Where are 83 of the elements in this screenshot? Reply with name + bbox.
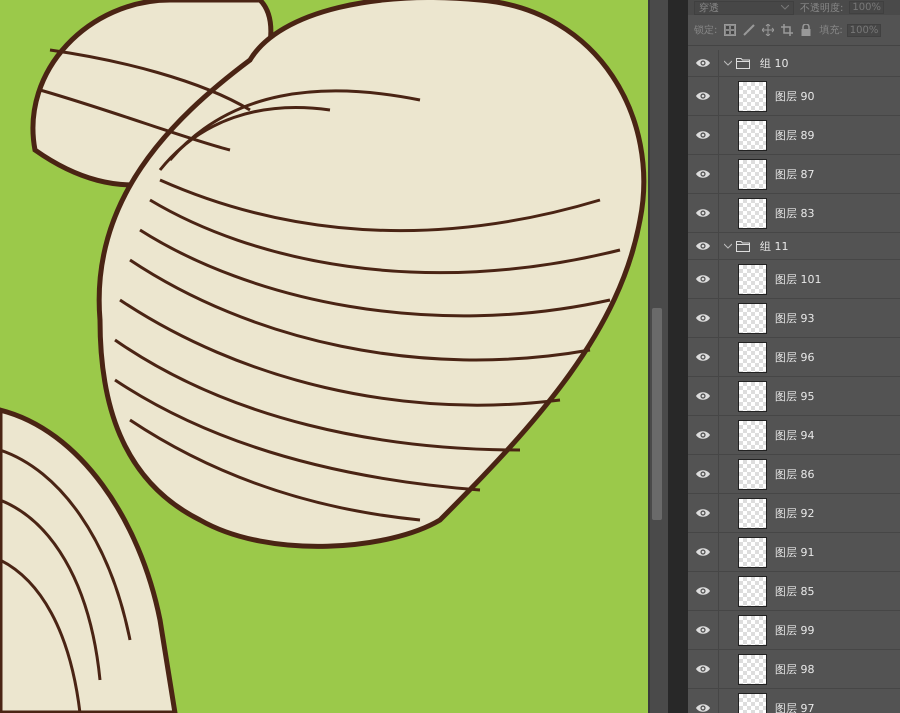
layer-row[interactable]: 图层 97	[688, 689, 900, 713]
transparent-thumbnail	[738, 614, 767, 646]
folder-icon	[736, 58, 750, 68]
eye-icon[interactable]	[695, 241, 711, 251]
layer-name: 图层 90	[775, 88, 814, 104]
layer-row[interactable]: 图层 86	[688, 455, 900, 494]
transparent-thumbnail	[738, 498, 767, 528]
layer-name: 图层 96	[775, 350, 814, 364]
layer-name: 图层 86	[775, 466, 814, 482]
layer-name: 图层 93	[775, 310, 814, 326]
layer-name: 图层 92	[775, 506, 814, 520]
layer-name: 图层 91	[775, 544, 814, 560]
chevron-icon[interactable]	[724, 59, 732, 67]
eye-icon[interactable]	[695, 586, 711, 596]
layer-row[interactable]: 图层 98	[688, 650, 900, 689]
layer-name: 图层 89	[775, 128, 814, 142]
layer-group-row[interactable]: 组 10	[688, 50, 900, 77]
layer-row[interactable]: 图层 85	[688, 572, 900, 611]
layer-group-row[interactable]: 组 11	[688, 233, 900, 260]
layer-name: 图层 99	[775, 622, 814, 638]
eye-icon[interactable]	[695, 352, 711, 362]
chevron-icon[interactable]	[724, 242, 732, 250]
layer-row[interactable]: 图层 101	[688, 260, 900, 299]
lock-icon[interactable]	[800, 24, 812, 36]
layer-name: 图层 87	[775, 166, 814, 182]
transparent-thumbnail	[738, 576, 767, 606]
transparent-thumbnail	[738, 158, 767, 190]
scrollbar[interactable]	[648, 0, 668, 713]
blend-mode-value: 穿透	[699, 2, 719, 14]
layer-row[interactable]: 图层 93	[688, 299, 900, 338]
eye-icon[interactable]	[695, 508, 711, 518]
layer-name: 图层 95	[775, 388, 814, 404]
transparent-thumbnail	[738, 380, 767, 412]
eye-icon[interactable]	[695, 664, 711, 674]
move-icon[interactable]	[762, 24, 774, 36]
group-name: 组 10	[760, 56, 788, 70]
transparent-thumbnail	[738, 420, 767, 450]
eye-icon[interactable]	[695, 274, 711, 284]
transparent-thumbnail	[738, 536, 767, 568]
eye-icon[interactable]	[695, 58, 711, 68]
layer-row[interactable]: 图层 90	[688, 77, 900, 116]
eye-icon[interactable]	[695, 703, 711, 713]
caret-icon	[781, 5, 789, 10]
scrollbar-thumb[interactable]	[652, 308, 662, 520]
layer-row[interactable]: 图层 83	[688, 194, 900, 233]
layer-name: 图层 94	[775, 428, 814, 442]
layer-name: 图层 101	[775, 272, 822, 286]
eye-icon[interactable]	[695, 625, 711, 635]
layer-row[interactable]: 图层 87	[688, 155, 900, 194]
brush-icon[interactable]	[743, 24, 756, 36]
transparent-thumbnail	[738, 198, 767, 228]
transparent-thumbnail	[738, 654, 767, 684]
lock-transparent-icon[interactable]	[724, 24, 736, 36]
layer-row[interactable]: 图层 91	[688, 533, 900, 572]
eye-icon[interactable]	[695, 130, 711, 140]
eye-icon[interactable]	[695, 430, 711, 440]
eye-icon[interactable]	[695, 91, 711, 101]
crop-icon[interactable]	[781, 24, 794, 36]
eye-icon[interactable]	[695, 313, 711, 323]
layer-name: 图层 97	[775, 700, 814, 713]
opacity-label: 不透明度:	[800, 2, 844, 14]
transparent-thumbnail	[738, 80, 767, 112]
transparent-thumbnail	[738, 458, 767, 490]
folder-icon	[736, 240, 750, 252]
transparent-thumbnail	[738, 302, 767, 334]
eye-icon[interactable]	[695, 391, 711, 401]
group-name: 组 11	[760, 238, 788, 254]
eye-icon[interactable]	[695, 547, 711, 557]
transparent-thumbnail	[738, 342, 767, 372]
layer-name: 图层 85	[775, 584, 814, 598]
layer-name: 图层 83	[775, 206, 814, 220]
eye-icon[interactable]	[695, 469, 711, 479]
layer-row[interactable]: 图层 99	[688, 611, 900, 650]
transparent-thumbnail	[738, 264, 767, 294]
layer-name: 图层 98	[775, 662, 814, 676]
transparent-thumbnail	[738, 120, 767, 150]
eye-icon[interactable]	[695, 208, 711, 218]
layer-row[interactable]: 图层 89	[688, 116, 900, 155]
layer-row[interactable]: 图层 92	[688, 494, 900, 533]
layer-row[interactable]: 图层 94	[688, 416, 900, 455]
layer-row[interactable]: 图层 95	[688, 377, 900, 416]
layer-row[interactable]: 图层 96	[688, 338, 900, 377]
eye-icon[interactable]	[695, 169, 711, 179]
